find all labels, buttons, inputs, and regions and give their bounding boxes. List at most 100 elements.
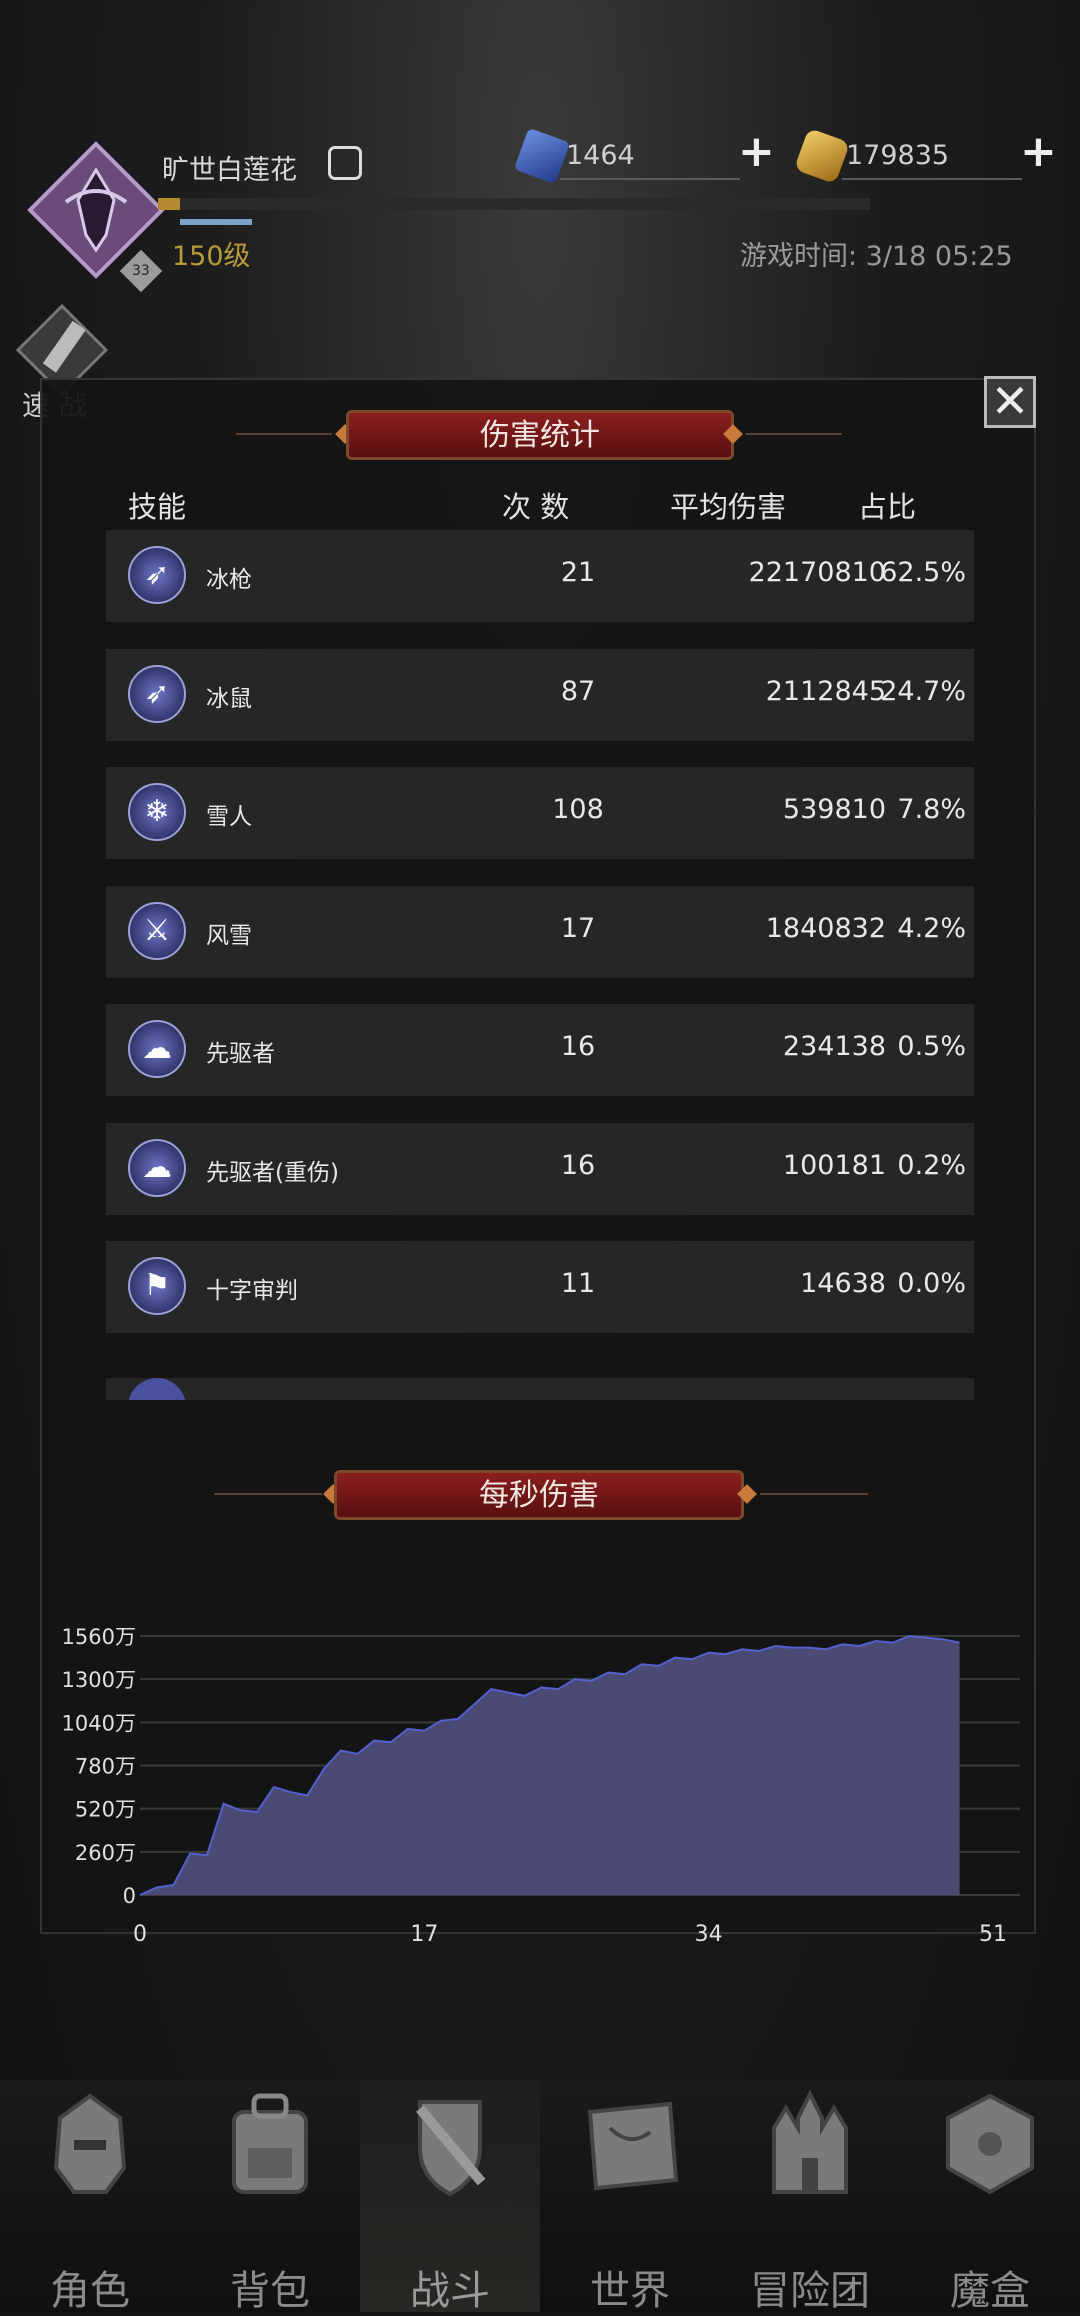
sword-icon: ⚔ bbox=[128, 901, 186, 960]
y-tick-label: 0 bbox=[123, 1884, 136, 1908]
player-level: 150级 bbox=[172, 241, 251, 272]
col-header-skill: 技能 bbox=[128, 490, 187, 524]
y-tick-label: 1300万 bbox=[62, 1668, 136, 1692]
skill-count: 17 bbox=[560, 912, 596, 944]
close-button[interactable]: ✕ bbox=[984, 376, 1036, 428]
skill-percent: 0.5% bbox=[897, 1031, 966, 1062]
y-tick-label: 260万 bbox=[75, 1841, 136, 1865]
skill-percent: 4.2% bbox=[897, 912, 966, 944]
skill-name: 冰鼠 bbox=[206, 685, 252, 712]
edit-name-icon[interactable] bbox=[328, 146, 362, 180]
skill-name: 先驱者 bbox=[206, 1041, 275, 1067]
skill-avg-damage: 2112845 bbox=[765, 675, 886, 707]
cloud-icon: ☁ bbox=[128, 1020, 186, 1078]
skill-row-partial bbox=[106, 1378, 974, 1400]
x-tick-label: 34 bbox=[695, 1922, 723, 1947]
blue-gem-count: 1464 bbox=[566, 140, 635, 171]
dps-title: 每秒伤害 bbox=[334, 1470, 744, 1520]
skill-name: 十字审判 bbox=[206, 1278, 298, 1304]
spear-icon: ➶ bbox=[128, 664, 186, 723]
skill-row: ❄ 雪人 108 539810 7.8% bbox=[106, 767, 974, 859]
skill-row: ➶ 冰枪 21 22170810 62.5% bbox=[106, 530, 974, 622]
cloud-icon: ☁ bbox=[128, 1138, 186, 1197]
xp-bar-track bbox=[158, 198, 870, 210]
skill-row: ☁ 先驱者(重伤) 16 100181 0.2% bbox=[106, 1122, 974, 1215]
skill-row: ⚑ 十字审判 11 14638 0.0% bbox=[106, 1241, 974, 1333]
skill-count: 108 bbox=[552, 794, 604, 825]
blue-gem-underline bbox=[560, 178, 740, 180]
dps-chart: 0 260万 520万 780万 1040万 1300万 1560万 0 17 34 51 bbox=[62, 1625, 1020, 1947]
close-icon: ✕ bbox=[990, 374, 1030, 428]
nav-label: 魔盒 bbox=[950, 2268, 1030, 2314]
snowflake-icon: ❄ bbox=[128, 783, 186, 841]
nav-label: 战斗 bbox=[410, 2268, 490, 2314]
skill-count: 21 bbox=[560, 557, 596, 588]
skill-name: 雪人 bbox=[206, 804, 252, 830]
game-time: 游戏时间: 3/18 05:25 bbox=[740, 241, 1013, 272]
skill-name: 冰枪 bbox=[206, 567, 252, 593]
skill-avg-damage: 14638 bbox=[800, 1268, 886, 1299]
nav-item-backpack[interactable]: 背包 bbox=[180, 2080, 360, 2314]
gold-coin-underline bbox=[842, 178, 1022, 180]
dps-title-divider-right bbox=[760, 1493, 868, 1495]
nav-item-helmet[interactable]: 角色 bbox=[0, 2080, 180, 2314]
spear-icon: ➶ bbox=[128, 546, 186, 604]
backpack-icon bbox=[232, 2093, 308, 2194]
nav-item-cube[interactable]: 魔盒 bbox=[900, 2080, 1080, 2314]
skill-avg-damage: 539810 bbox=[782, 794, 886, 825]
y-tick-label: 520万 bbox=[75, 1798, 136, 1822]
castle-icon bbox=[772, 2089, 848, 2194]
gold-coin-count: 179835 bbox=[846, 140, 950, 171]
player-name: 旷世白莲花 bbox=[162, 155, 297, 186]
skill-row: ☁ 先驱者 16 234138 0.5% bbox=[106, 1004, 974, 1096]
spear-icon bbox=[128, 1378, 186, 1400]
y-tick-label: 780万 bbox=[75, 1755, 136, 1779]
shield-sword-icon bbox=[416, 2100, 486, 2197]
skill-avg-damage: 1840832 bbox=[765, 912, 886, 944]
add-blue-gem-button[interactable]: + bbox=[738, 130, 775, 174]
x-tick-label: 0 bbox=[133, 1922, 147, 1947]
skill-count: 87 bbox=[560, 675, 596, 707]
x-tick-label: 17 bbox=[410, 1922, 438, 1947]
col-header-percent: 占比 bbox=[858, 490, 917, 524]
nav-item-map[interactable]: 世界 bbox=[540, 2080, 720, 2314]
skill-name: 先驱者(重伤) bbox=[206, 1159, 339, 1186]
y-tick-label: 1560万 bbox=[62, 1625, 136, 1649]
xp-bar-fill bbox=[158, 198, 180, 210]
skill-percent: 7.8% bbox=[897, 794, 966, 825]
skill-avg-damage: 100181 bbox=[782, 1149, 886, 1181]
title-divider-right bbox=[746, 433, 842, 435]
nav-label: 角色 bbox=[50, 2268, 130, 2314]
y-tick-label: 1040万 bbox=[62, 1711, 136, 1735]
banner-icon: ⚑ bbox=[128, 1257, 186, 1315]
skill-row: ➶ 冰鼠 87 2112845 24.7% bbox=[106, 648, 974, 741]
col-header-count: 次 数 bbox=[502, 490, 570, 524]
map-icon bbox=[587, 2101, 679, 2191]
skill-avg-damage: 234138 bbox=[782, 1031, 886, 1062]
skill-avg-damage: 22170810 bbox=[748, 557, 886, 588]
xp-bar-secondary bbox=[180, 219, 252, 225]
skill-row: ⚔ 风雪 17 1840832 4.2% bbox=[106, 885, 974, 978]
helmet-icon bbox=[53, 2093, 127, 2194]
nav-label: 世界 bbox=[590, 2268, 670, 2314]
cube-icon bbox=[946, 2093, 1034, 2195]
title-divider-left bbox=[236, 433, 332, 435]
bottom-nav: 角色 背包 战斗 世界 冒险团 魔盒 bbox=[0, 2080, 1080, 2314]
nav-item-shield-sword[interactable]: 战斗 bbox=[360, 2080, 540, 2314]
skill-percent: 24.7% bbox=[880, 675, 966, 707]
skill-percent: 62.5% bbox=[880, 557, 966, 588]
nav-item-castle[interactable]: 冒险团 bbox=[720, 2080, 900, 2314]
skill-count: 16 bbox=[560, 1031, 596, 1062]
damage-stats-title: 伤害统计 bbox=[346, 410, 734, 460]
nav-label: 冒险团 bbox=[750, 2268, 870, 2314]
skill-count: 11 bbox=[560, 1268, 596, 1299]
skill-count: 16 bbox=[560, 1149, 596, 1181]
skill-percent: 0.0% bbox=[897, 1268, 966, 1299]
add-gold-button[interactable]: + bbox=[1020, 130, 1057, 174]
skill-name: 风雪 bbox=[206, 922, 252, 949]
x-tick-label: 51 bbox=[979, 1922, 1007, 1947]
col-header-avg-damage: 平均伤害 bbox=[670, 490, 787, 524]
dps-title-divider-left bbox=[214, 1493, 322, 1495]
skill-percent: 0.2% bbox=[897, 1149, 966, 1181]
nav-label: 背包 bbox=[230, 2268, 310, 2314]
